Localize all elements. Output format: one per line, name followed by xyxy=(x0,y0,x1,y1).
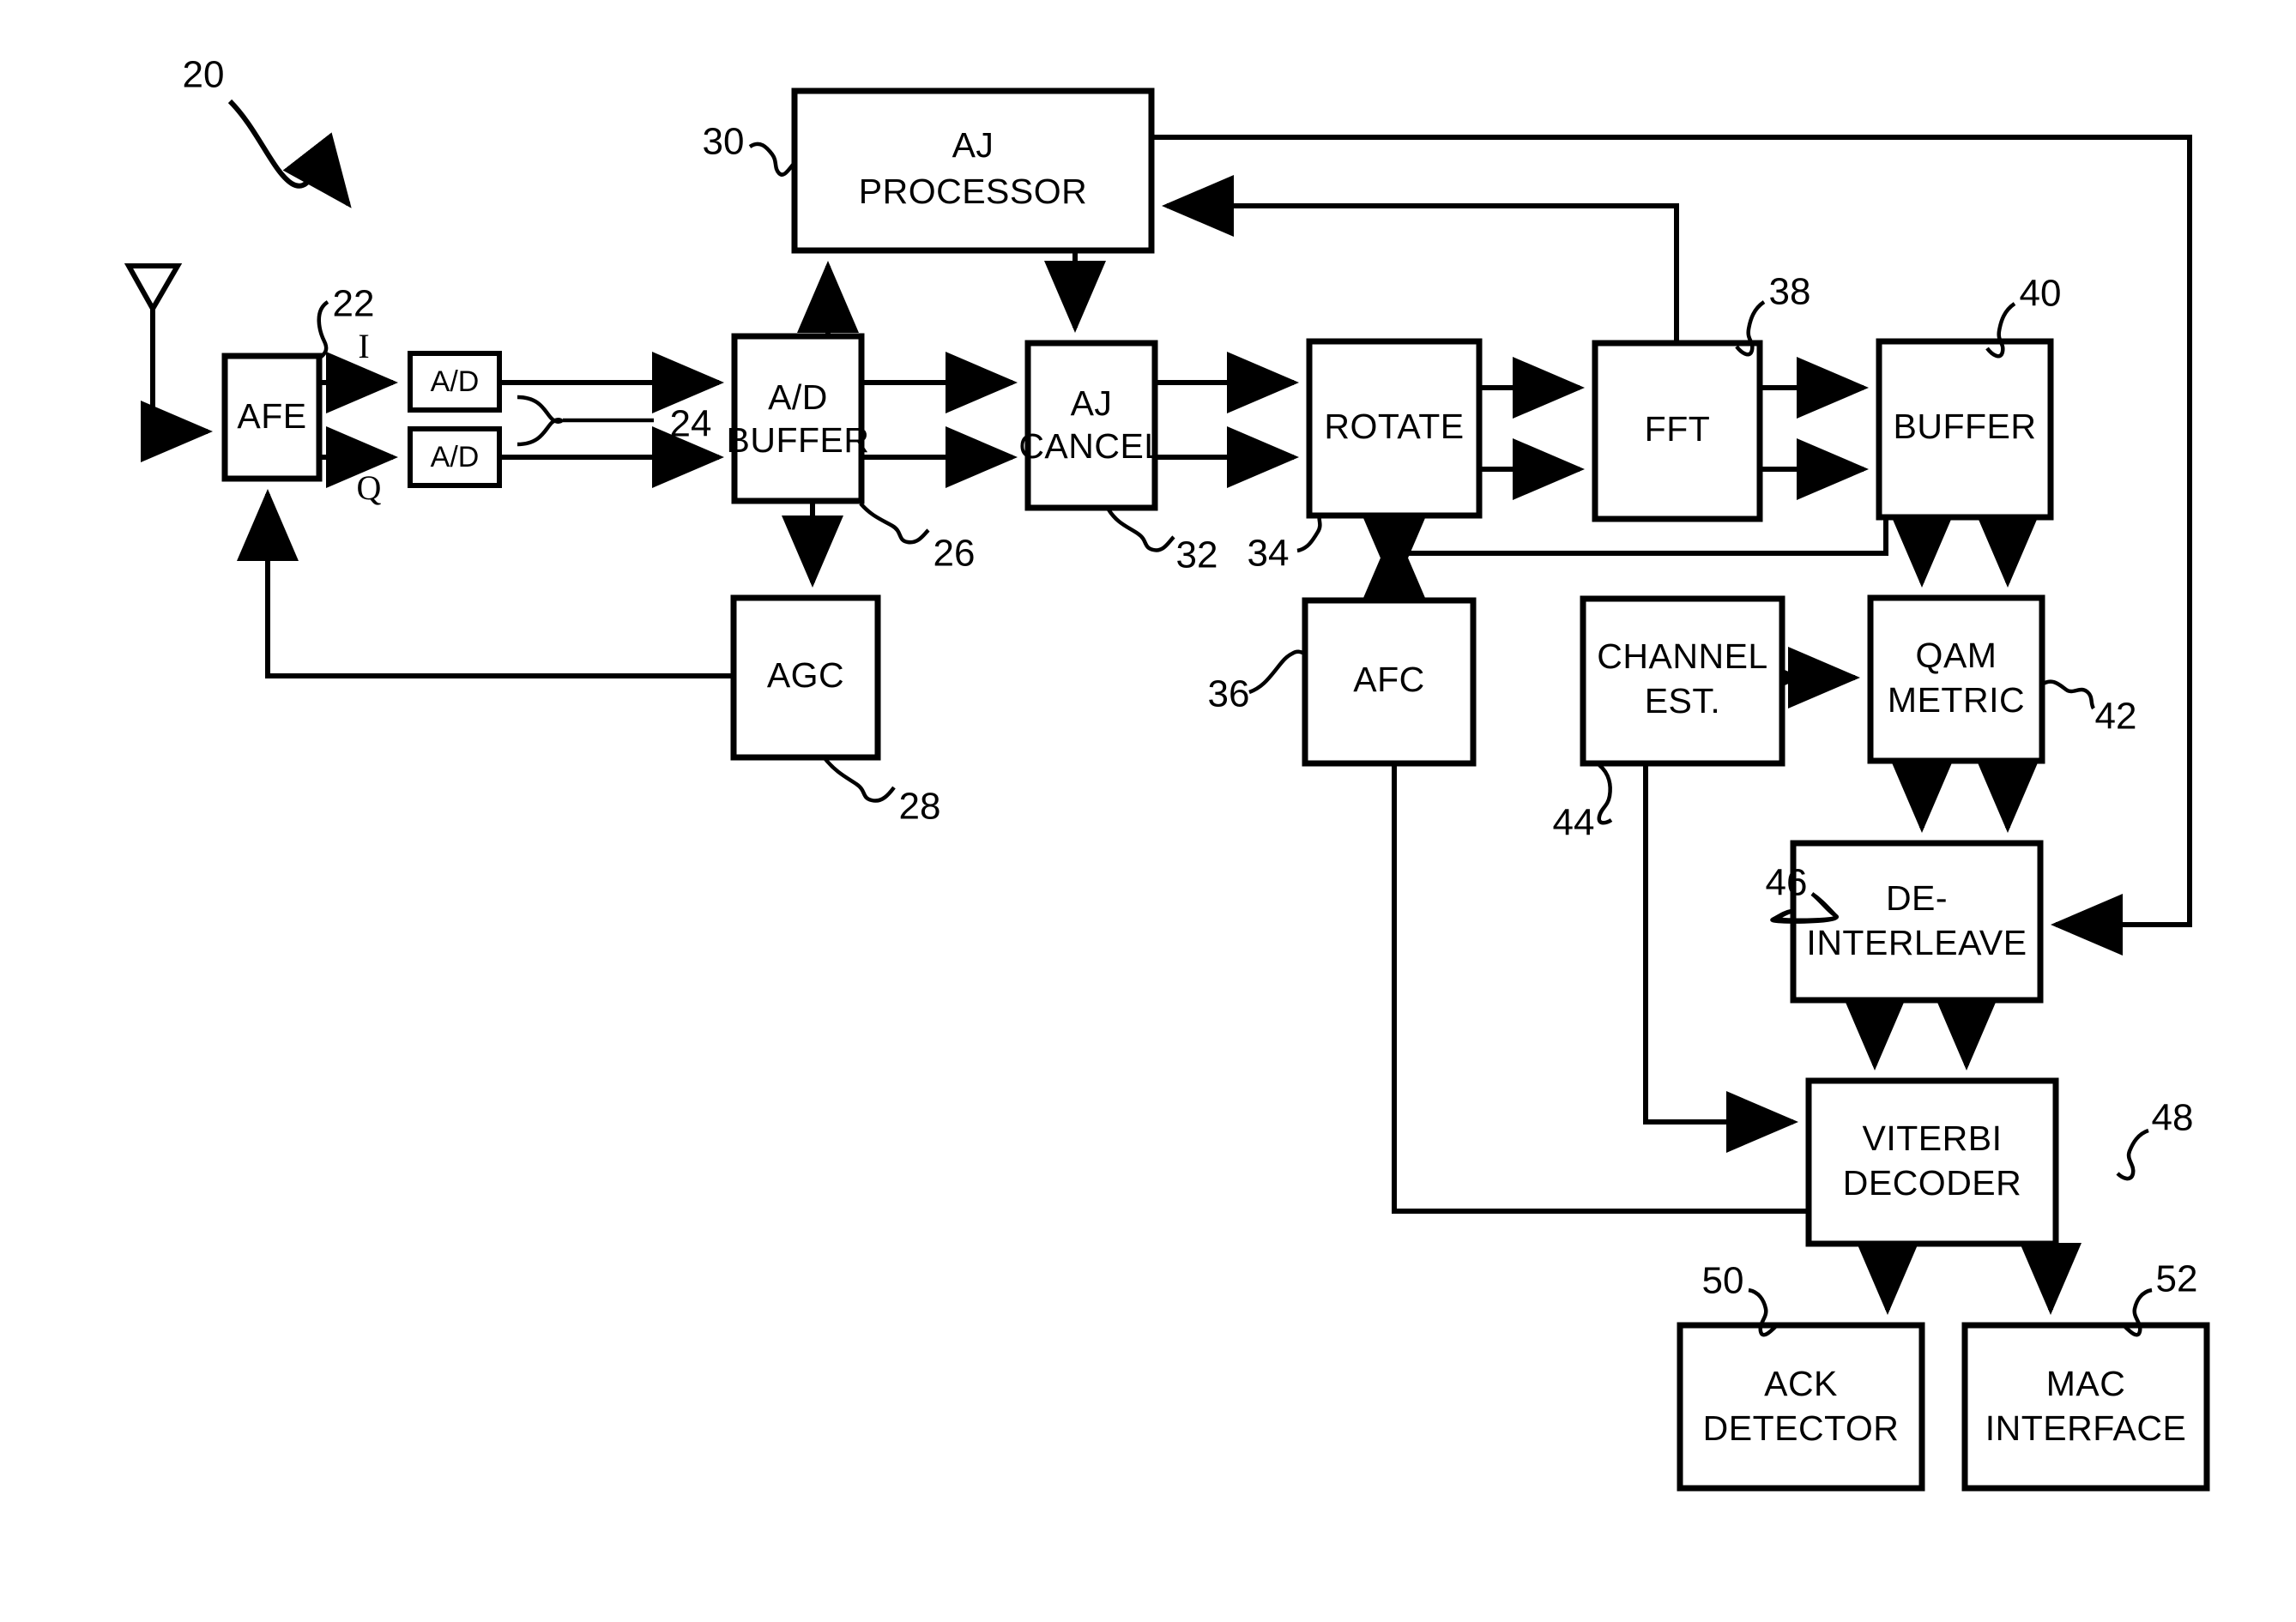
signal-label-i: I xyxy=(358,327,369,365)
figure-ref-34: 34 xyxy=(1248,513,1323,575)
figure-ref-28: 28 xyxy=(824,757,941,828)
ref-50-text: 50 xyxy=(1702,1260,1744,1302)
ref-34-text: 34 xyxy=(1248,533,1290,575)
signal-label-q: Q xyxy=(357,468,382,507)
ref-48-text: 48 xyxy=(2152,1097,2194,1139)
ref-36-text: 36 xyxy=(1208,673,1250,715)
ref-26-text: 26 xyxy=(934,533,976,575)
figure-ref-50: 50 xyxy=(1702,1260,1778,1337)
figure-ref-30: 30 xyxy=(703,121,796,177)
figure-ref-36: 36 xyxy=(1208,649,1306,715)
ref-42-text: 42 xyxy=(2095,696,2137,738)
figure-ref-40: 40 xyxy=(1985,273,2062,359)
ref-24-text: 24 xyxy=(670,403,712,445)
figure-ref-46: 46 xyxy=(1766,862,1839,924)
figure-ref-48: 48 xyxy=(2116,1097,2194,1181)
ref-52-text: 52 xyxy=(2156,1258,2198,1300)
ref-44-text: 44 xyxy=(1553,802,1595,844)
ref-22-text: 22 xyxy=(333,283,375,325)
reference-numbers-layer: 20 22 24 26 28 30 32 34 36 38 40 42 44 4… xyxy=(183,54,2198,1337)
ref-40-text: 40 xyxy=(2020,273,2062,315)
figure-ref-20: 20 xyxy=(183,54,352,208)
ref-38-text: 38 xyxy=(1769,271,1811,313)
ref-46-text: 46 xyxy=(1766,862,1808,904)
ref-30-text: 30 xyxy=(703,121,745,163)
figure-ref-32: 32 xyxy=(1107,508,1218,576)
figure-ref-44: 44 xyxy=(1553,763,1613,844)
figure-ref-38: 38 xyxy=(1735,271,1811,357)
figure-ref-42: 42 xyxy=(2040,679,2137,738)
ref-20-text: 20 xyxy=(183,54,225,96)
ref-32-text: 32 xyxy=(1176,534,1218,576)
figure-ref-52: 52 xyxy=(2123,1258,2198,1337)
patent-figure-canvas: AFE A/D A/D A/D BUFFER AJ CANCEL AJ PROC… xyxy=(0,0,2296,1622)
ref-28-text: 28 xyxy=(899,786,941,828)
figure-ref-26: 26 xyxy=(859,502,976,575)
